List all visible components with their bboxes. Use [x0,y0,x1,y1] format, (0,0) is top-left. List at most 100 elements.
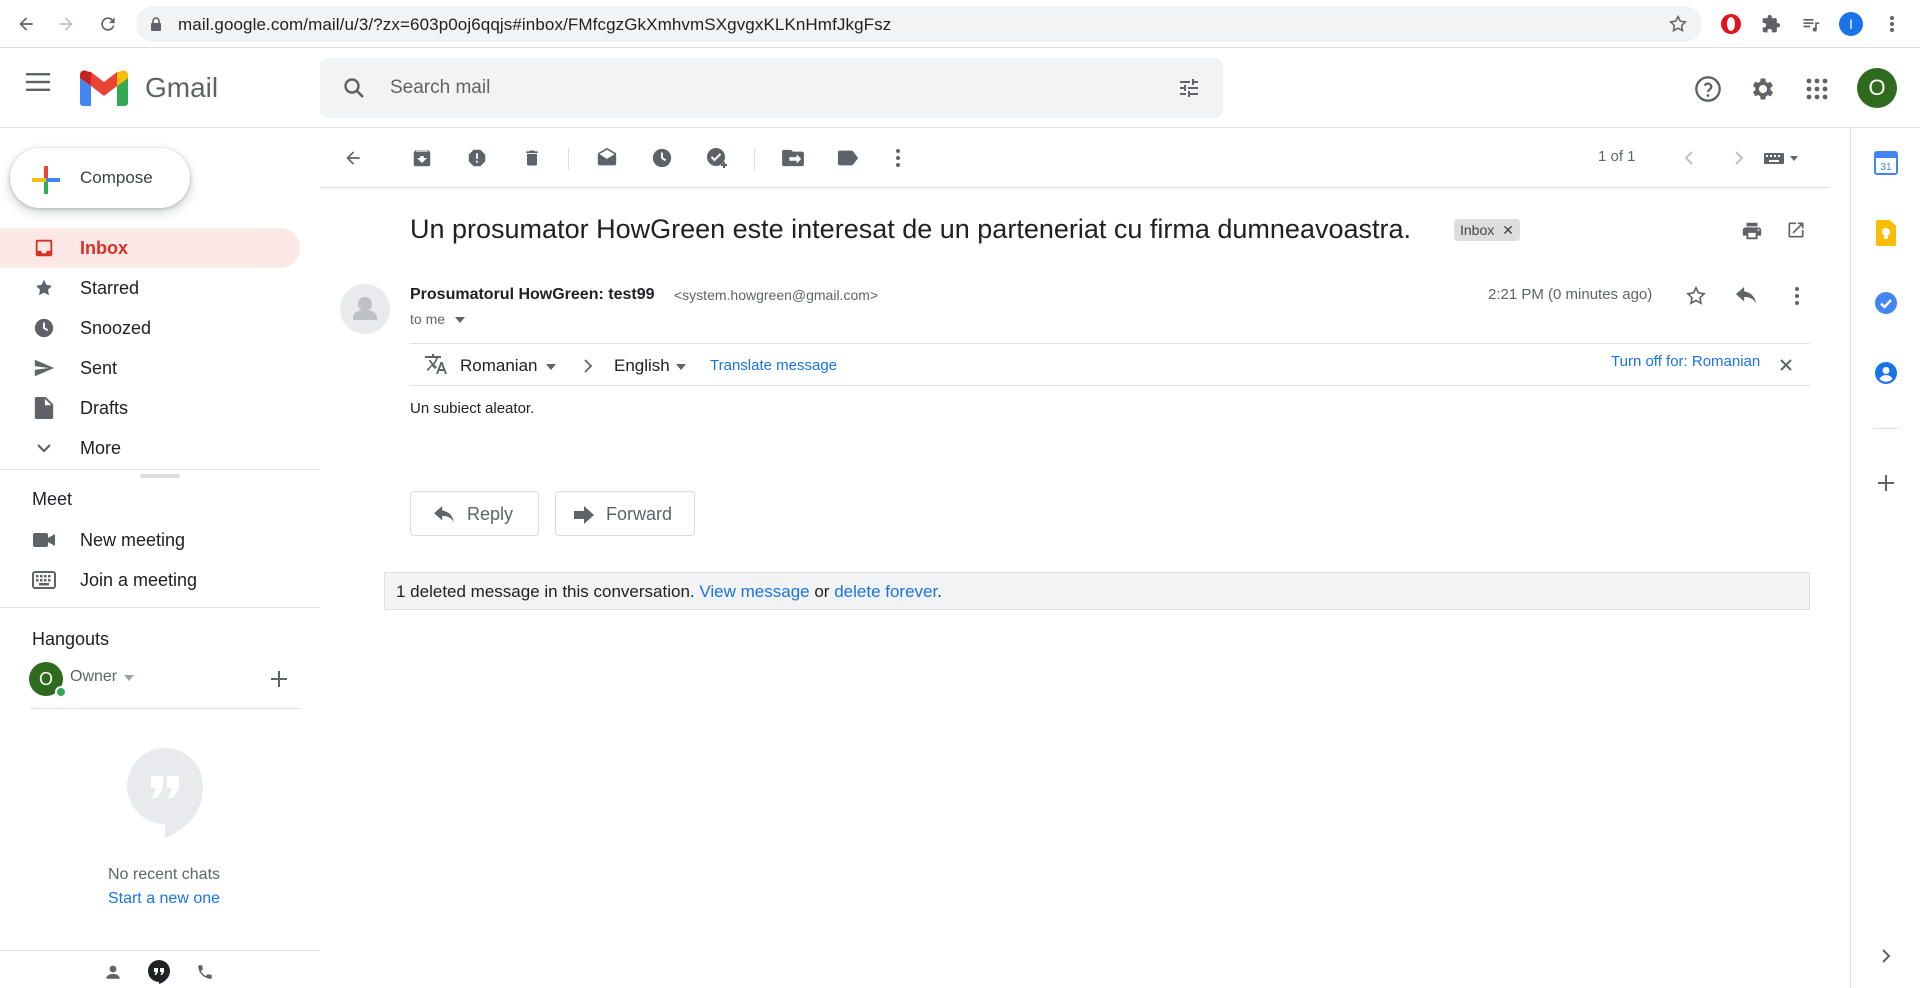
message-timestamp: 2:21 PM (0 minutes ago) [1488,286,1653,303]
turn-off-translation-link[interactable]: Turn off for: Romanian [1611,353,1760,370]
search-icon[interactable] [342,76,366,100]
move-to-icon[interactable] [781,146,805,170]
phone-icon[interactable] [196,963,214,981]
star-message-icon[interactable] [1685,285,1707,307]
hangouts-divider [30,708,301,709]
account-avatar[interactable]: O [1857,68,1897,108]
sidebar-item-drafts[interactable]: Drafts [0,388,300,428]
sidebar-item-snoozed[interactable]: Snoozed [0,308,300,348]
add-chat-plus-icon[interactable] [270,670,288,688]
new-meeting-label: New meeting [80,530,186,550]
meet-section-title: Meet [32,489,73,509]
tasks-icon[interactable] [1873,290,1899,316]
bookmark-star-icon[interactable] [1668,14,1688,34]
report-spam-icon[interactable] [465,146,489,170]
sidebar-item-more[interactable]: More [0,428,300,468]
hangouts-owner-avatar[interactable]: O [29,662,67,698]
help-icon[interactable] [1693,74,1723,104]
caret-down-icon [676,364,686,370]
older-chevron-icon[interactable] [1727,146,1751,170]
star-icon [32,276,56,300]
translate-message-link[interactable]: Translate message [710,357,837,374]
sidebar-item-label: Snoozed [80,318,152,338]
contacts-icon[interactable] [1873,360,1899,386]
sender-name[interactable]: Prosumatorul HowGreen: test99 [410,286,655,304]
hangouts-owner-name[interactable]: Owner [70,668,117,686]
forward-arrow-icon [574,506,594,524]
start-new-chat-link[interactable]: Start a new one [0,890,328,908]
side-panel-divider [1873,428,1899,429]
back-icon[interactable] [14,12,38,36]
delete-trash-icon[interactable] [520,146,544,170]
person-icon[interactable] [104,963,122,981]
clock-icon [32,316,56,340]
caret-down-icon[interactable] [454,317,465,324]
calendar-icon[interactable]: 31 [1873,150,1899,176]
main-menu-icon[interactable] [26,72,52,92]
input-tools-keyboard-icon[interactable] [1762,146,1802,170]
join-meeting-label: Join a meeting [80,570,198,590]
reply-arrow-icon [434,506,454,523]
sidebar-item-inbox[interactable]: Inbox [0,228,300,268]
address-bar[interactable]: mail.google.com/mail/u/3/?zx=603p0oj6qqj… [136,6,1702,42]
sidebar-item-label: Drafts [80,398,129,418]
forward-button[interactable]: Forward [555,491,695,536]
sidebar-item-sent[interactable]: Sent [0,348,300,388]
remove-label-close-icon[interactable]: ✕ [1502,222,1514,238]
reply-arrow-icon[interactable] [1735,286,1757,306]
inbox-label-chip[interactable]: Inbox ✕ [1454,219,1520,241]
add-to-tasks-icon[interactable] [705,146,729,170]
newer-chevron-icon[interactable] [1677,146,1701,170]
label-icon[interactable] [836,146,860,170]
svg-text:31: 31 [1880,162,1892,173]
sidebar-item-label: Inbox [80,238,128,258]
browser-toolbar: mail.google.com/mail/u/3/?zx=603p0oj6qqj… [0,0,1920,48]
view-message-link[interactable]: View message [699,582,809,601]
settings-gear-icon[interactable] [1748,74,1778,104]
print-icon[interactable] [1741,220,1763,242]
sender-avatar[interactable] [340,284,390,334]
hangouts-chat-icon[interactable] [148,960,170,984]
hangouts-quote-icon [127,748,203,838]
forward-nav-icon[interactable] [54,12,78,36]
resize-handle[interactable] [140,474,180,478]
archive-icon[interactable] [410,146,434,170]
opera-extension-icon[interactable] [1719,12,1743,36]
side-panel: 31 [1850,128,1920,988]
gmail-logo-icon[interactable] [80,70,128,106]
compose-label: Compose [80,168,153,187]
extensions-puzzle-icon[interactable] [1759,12,1783,36]
search-options-icon[interactable] [1177,76,1201,100]
compose-button[interactable]: Compose [10,148,190,208]
browser-menu-icon[interactable] [1880,12,1904,36]
join-meeting-item[interactable]: Join a meeting [0,560,300,600]
search-input[interactable]: Search mail [320,58,1223,118]
mark-unread-icon[interactable] [595,146,619,170]
sidebar-item-starred[interactable]: Starred [0,268,300,308]
snooze-clock-icon[interactable] [650,146,674,170]
apps-grid-icon[interactable] [1802,74,1832,104]
message-more-icon[interactable] [1795,287,1799,305]
back-to-inbox-icon[interactable] [341,146,365,170]
caret-down-icon[interactable] [124,675,134,681]
message-toolbar: 1 of 1 [320,128,1830,188]
get-addons-plus-icon[interactable] [1873,470,1899,496]
reading-list-icon[interactable] [1799,12,1823,36]
delete-forever-link[interactable]: delete forever [834,582,937,601]
recipient-details[interactable]: to me [410,311,465,327]
period-text: . [937,582,942,601]
profile-avatar[interactable]: I [1839,12,1863,36]
expand-panel-chevron-icon[interactable] [1873,943,1899,969]
reply-label: Reply [467,504,514,524]
new-meeting-item[interactable]: New meeting [0,520,300,560]
open-new-window-icon[interactable] [1786,220,1806,240]
more-actions-icon[interactable] [886,146,910,170]
keep-icon[interactable] [1873,220,1899,246]
translate-icon [424,354,448,376]
toolbar-separator [568,148,569,170]
reply-button[interactable]: Reply [410,491,539,536]
close-translation-icon[interactable] [1780,359,1792,371]
url-text: mail.google.com/mail/u/3/?zx=603p0oj6qqj… [178,15,892,34]
app-name[interactable]: Gmail [145,72,218,104]
reload-icon[interactable] [96,12,120,36]
